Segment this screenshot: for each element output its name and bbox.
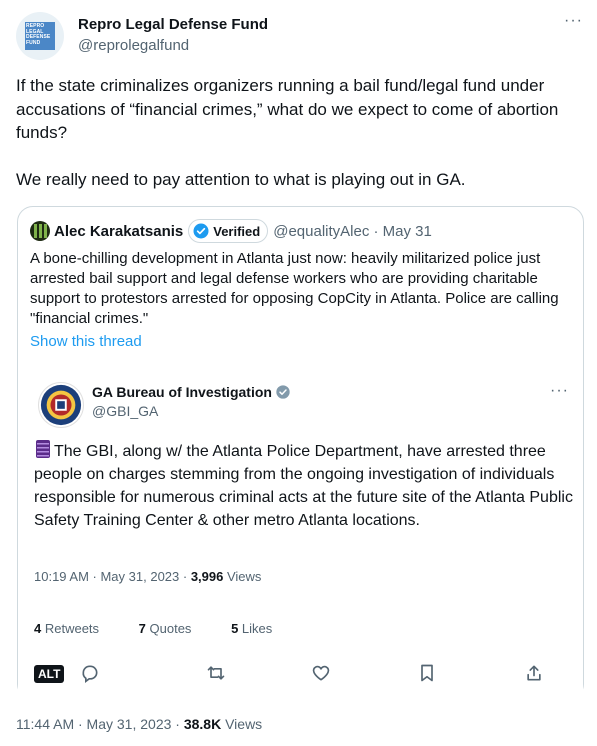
timestamp-text[interactable]: 11:44 AM · May 31, 2023 · [16, 716, 184, 732]
gov-badge-icon [276, 385, 290, 399]
author-name[interactable]: Repro Legal Defense Fund [78, 16, 268, 33]
embedded-retweets: 4 Retweets [34, 621, 117, 636]
embedded-tweet-screenshot: GA Bureau of Investigation @GBI_GA ··· T… [18, 365, 583, 700]
reply-icon [82, 665, 98, 683]
views-count: 38.8K [183, 716, 222, 732]
embedded-more-icon: ··· [550, 382, 569, 399]
like-icon [312, 665, 330, 681]
share-icon [527, 665, 541, 681]
embedded-author-name: GA Bureau of Investigation [92, 384, 291, 400]
embedded-author-handle: @GBI_GA [92, 403, 159, 419]
author-avatar[interactable]: REPRO LEGAL DEFENSE FUND [16, 12, 64, 60]
embedded-views-count: 3,996 [190, 569, 224, 584]
embedded-likes: 5 Likes [231, 621, 290, 636]
scroll-emoji-icon [36, 440, 50, 458]
embedded-time-text: 10:19 AM · May 31, 2023 · [34, 569, 191, 584]
author-handle[interactable]: @reprolegalfund [78, 37, 189, 54]
quoted-tweet-header: Alec Karakatsanis Verified @equalityAlec… [30, 219, 432, 243]
tweet-timestamp: 11:44 AM · May 31, 2023 · 38.8K Views [16, 716, 262, 732]
quoted-tweet[interactable]: Alec Karakatsanis Verified @equalityAlec… [17, 206, 584, 700]
author-logo: REPRO LEGAL DEFENSE FUND [25, 22, 55, 50]
quotes-label: Quotes [145, 621, 192, 636]
embedded-views-label: Views [223, 569, 262, 584]
gbi-seal-avatar [38, 382, 84, 428]
embedded-tweet-text: The GBI, along w/ the Atlanta Police Dep… [34, 439, 574, 532]
tweet-text: If the state criminalizes organizers run… [16, 74, 576, 192]
tweet-paragraph: If the state criminalizes organizers run… [16, 76, 559, 142]
retweet-icon [207, 666, 225, 680]
embedded-timestamp: 10:19 AM · May 31, 2023 · 3,996 Views [34, 569, 261, 584]
views-label: Views [221, 716, 263, 732]
retweets-label: Retweets [41, 621, 100, 636]
tweet-header: REPRO LEGAL DEFENSE FUND Repro Legal Def… [16, 10, 587, 60]
quote-handle-date: @equalityAlec · May 31 [273, 222, 432, 240]
alt-text-badge[interactable]: ALT [34, 665, 65, 683]
tweet-paragraph: We really need to pay attention to what … [16, 170, 466, 189]
verified-label: Verified [213, 223, 261, 239]
verified-check-icon [193, 223, 209, 239]
more-options-icon[interactable]: ··· [564, 12, 583, 30]
likes-label: Likes [238, 621, 273, 636]
embedded-author-label: GA Bureau of Investigation [92, 384, 272, 400]
bookmark-icon [421, 664, 433, 682]
embedded-action-bar: ALT [34, 663, 541, 685]
quote-text: A bone-chilling development in Atlanta j… [30, 250, 559, 327]
quote-author-avatar [30, 221, 50, 241]
verified-badge[interactable]: Verified [188, 219, 269, 243]
quotes-count: 7 [138, 621, 146, 636]
embedded-stats: 4 Retweets 7 Quotes 5 Likes [34, 621, 308, 636]
embedded-quotes: 7 Quotes [139, 621, 210, 636]
embedded-tweet-body: The GBI, along w/ the Atlanta Police Dep… [34, 443, 573, 529]
quote-author-name: Alec Karakatsanis [54, 222, 184, 240]
show-thread-link[interactable]: Show this thread [30, 333, 142, 350]
